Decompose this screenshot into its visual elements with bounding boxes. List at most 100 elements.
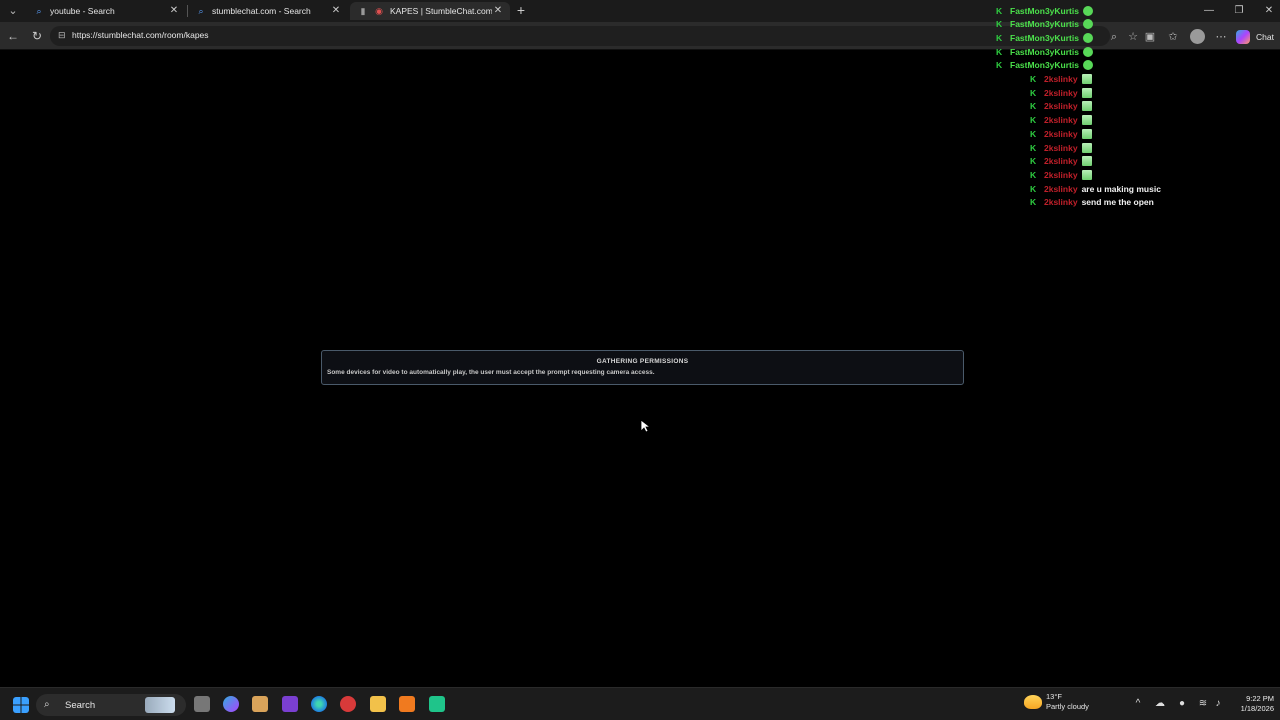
app-green-icon[interactable] (429, 696, 445, 712)
windows-taskbar: ⌕ Search 13°F Partly cloudy ^ ☁ ● ≋ ♪ 9:… (0, 687, 1280, 720)
taskbar-search-box[interactable]: ⌕ Search (36, 694, 186, 716)
reload-icon[interactable]: ↻ (30, 29, 44, 43)
restore-icon[interactable]: ❐ (1230, 3, 1248, 19)
user-badge-icon: K (1030, 156, 1037, 167)
more-menu-icon[interactable]: ⋯ (1214, 30, 1228, 44)
chat-username[interactable]: FastMon3yKurtis (1010, 47, 1079, 57)
chat-message: K 2kslinky (1030, 155, 1092, 168)
tab-audio-icon: ▮ (360, 6, 366, 16)
user-badge-icon: K (996, 32, 1003, 43)
stumblechat-icon: ◉ (375, 6, 383, 16)
volume-icon[interactable]: ♪ (1212, 698, 1224, 710)
chat-message: K 2kslinky (1030, 114, 1092, 127)
tray-overflow-icon[interactable]: ^ (1132, 698, 1144, 710)
favorite-star-icon[interactable]: ☆ (1126, 30, 1140, 44)
building-emoji-icon (1081, 74, 1092, 84)
zoom-icon[interactable]: ⌕ (1107, 30, 1121, 44)
task-view-icon[interactable] (194, 696, 210, 712)
user-badge-icon: K (1030, 142, 1037, 153)
split-screen-icon[interactable]: ▣ (1143, 30, 1157, 44)
chat-username[interactable]: 2kslinky (1044, 88, 1078, 98)
chat-username[interactable]: FastMon3yKurtis (1010, 33, 1079, 43)
clock-date: 1/18/2026 (1240, 704, 1274, 713)
chat-message: K FastMon3yKurtis (996, 4, 1093, 17)
user-badge-icon: K (996, 60, 1003, 71)
weather-temperature: 13°F (1046, 692, 1062, 701)
tab-youtube-search[interactable]: ⌕ youtube - Search ✕ (26, 2, 186, 20)
chat-username[interactable]: 2kslinky (1044, 143, 1078, 153)
windows-start-icon[interactable] (13, 697, 29, 713)
tab-stumblechat-search[interactable]: ⌕ stumblechat.com - Search ✕ (188, 2, 348, 20)
chat-message: K 2kslinky (1030, 127, 1092, 140)
user-badge-icon: K (996, 5, 1003, 16)
new-tab-icon[interactable]: + (513, 3, 529, 19)
search-highlight-image (145, 697, 176, 713)
app-purple-icon[interactable] (282, 696, 298, 712)
close-window-icon[interactable]: ✕ (1260, 3, 1278, 19)
building-emoji-icon (1081, 128, 1092, 139)
tab-title: stumblechat.com - Search (212, 6, 311, 16)
chat-message: K 2kslinky send me the open (1030, 196, 1154, 209)
chat-message: K FastMon3yKurtis (996, 18, 1093, 31)
microsoft-store-icon[interactable] (252, 696, 268, 712)
close-tab-icon[interactable]: ✕ (168, 5, 180, 17)
smile-emoji-icon (1082, 5, 1093, 16)
copilot-icon (1236, 30, 1250, 44)
chat-username[interactable]: 2kslinky (1044, 184, 1078, 194)
edge-browser-icon[interactable] (311, 696, 327, 712)
smile-emoji-icon (1082, 46, 1093, 57)
wifi-icon[interactable]: ≋ (1197, 698, 1209, 710)
chat-username[interactable]: 2kslinky (1044, 197, 1078, 207)
onedrive-icon[interactable]: ☁ (1154, 698, 1166, 710)
chat-username[interactable]: 2kslinky (1044, 170, 1078, 180)
minimize-icon[interactable]: — (1200, 3, 1218, 19)
chat-username[interactable]: 2kslinky (1044, 156, 1078, 166)
search-icon: ⌕ (198, 6, 204, 16)
partly-cloudy-icon (1024, 695, 1042, 709)
tab-list-chevron-icon[interactable]: ⌄ (4, 3, 22, 19)
clock-time: 9:22 PM (1246, 694, 1274, 703)
site-info-icon[interactable]: ⊟ (58, 30, 68, 42)
chat-message: K 2kslinky (1030, 168, 1092, 181)
chat-message: K 2kslinky (1030, 100, 1092, 113)
chat-username[interactable]: FastMon3yKurtis (1010, 6, 1079, 16)
chat-username[interactable]: FastMon3yKurtis (1010, 19, 1079, 29)
chat-username[interactable]: FastMon3yKurtis (1010, 60, 1079, 70)
tab-title: youtube - Search (50, 6, 115, 16)
chat-username[interactable]: 2kslinky (1044, 74, 1078, 84)
smile-emoji-icon (1082, 32, 1093, 43)
copilot-app-icon[interactable] (223, 696, 239, 712)
building-emoji-icon (1081, 101, 1092, 112)
chat-message: K 2kslinky (1030, 86, 1092, 99)
close-tab-icon[interactable]: ✕ (492, 5, 504, 17)
taskbar-clock[interactable]: 9:22 PM 1/18/2026 (1226, 694, 1274, 714)
address-bar[interactable]: ⊟ https://stumblechat.com/room/kapes (50, 26, 1110, 46)
building-emoji-icon (1081, 169, 1092, 180)
app-red-icon[interactable] (340, 696, 356, 712)
user-badge-icon: K (1030, 74, 1037, 84)
favorites-icon[interactable]: ✩ (1166, 30, 1180, 44)
close-tab-icon[interactable]: ✕ (330, 5, 342, 17)
user-badge-icon: K (1030, 169, 1037, 180)
file-explorer-icon[interactable] (370, 696, 386, 712)
app-orange-icon[interactable] (399, 696, 415, 712)
tab-kapes-stumblechat[interactable]: ▮ ◉ KAPES | StumbleChat.com ✕ (350, 2, 510, 20)
weather-widget[interactable]: 13°F Partly cloudy (1024, 692, 1089, 712)
chat-message: K FastMon3yKurtis (996, 59, 1093, 72)
chat-username[interactable]: 2kslinky (1044, 115, 1078, 125)
building-emoji-icon (1081, 156, 1092, 167)
chat-message: K 2kslinky (1030, 141, 1092, 154)
search-icon: ⌕ (36, 6, 42, 16)
chat-username[interactable]: 2kslinky (1044, 129, 1078, 139)
back-arrow-icon[interactable]: ← (6, 29, 20, 43)
building-emoji-icon (1081, 87, 1092, 98)
chat-username[interactable]: 2kslinky (1044, 101, 1078, 111)
microphone-icon[interactable]: ● (1176, 698, 1188, 710)
search-label: Search (65, 699, 96, 711)
permissions-dialog: GATHERING PERMISSIONS Some devices for v… (321, 350, 964, 385)
mouse-cursor-icon (640, 419, 650, 433)
copilot-chat-button[interactable]: Chat (1236, 28, 1274, 46)
profile-avatar[interactable] (1190, 29, 1205, 44)
search-icon: ⌕ (44, 699, 50, 710)
user-badge-icon: K (1030, 183, 1037, 194)
